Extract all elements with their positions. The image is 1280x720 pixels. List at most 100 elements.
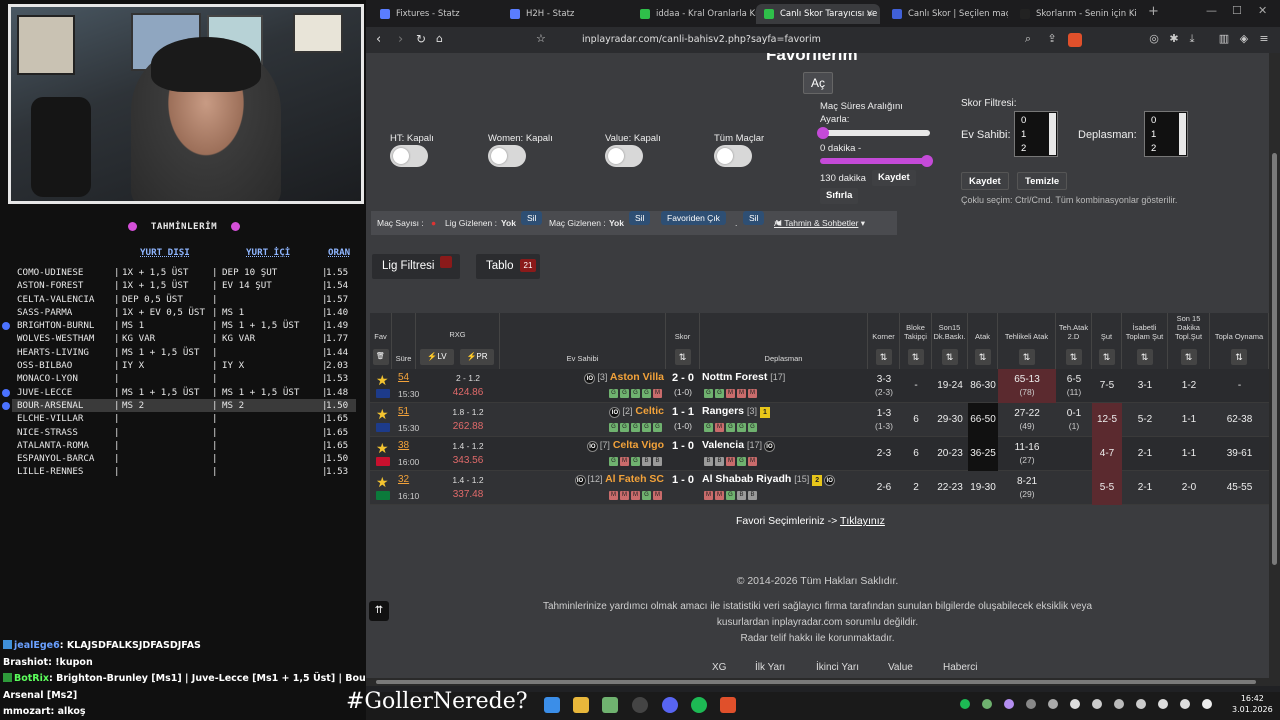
home-team[interactable]: IO [3] Aston Villa — [500, 371, 664, 384]
brave-shield-icon[interactable] — [1068, 33, 1082, 47]
trash-icon[interactable]: 🗑 — [372, 349, 389, 365]
system-clock[interactable]: 16:42 3.01.2026 — [1232, 693, 1273, 715]
remove-favorite-button[interactable]: Favoriden Çık — [661, 211, 726, 225]
zoom-icon[interactable]: ⌕ — [1022, 33, 1034, 45]
sort-icon[interactable]: ⇅ — [941, 349, 958, 365]
browser-tab[interactable]: H2H - Statz — [502, 4, 626, 24]
tray-icon[interactable] — [1048, 699, 1058, 709]
close-window-button[interactable]: ✕ — [1258, 4, 1267, 17]
close-tab-icon[interactable]: × — [866, 4, 874, 24]
save-duration-button[interactable]: Kaydet — [872, 170, 916, 186]
match-minute[interactable]: 32 — [398, 474, 409, 485]
star-icon[interactable]: ★ — [376, 373, 390, 387]
vertical-scrollbar[interactable] — [1269, 53, 1280, 686]
scroll-thumb[interactable] — [1272, 153, 1277, 565]
value-toggle[interactable] — [605, 145, 643, 167]
download-icon[interactable]: ⤓ — [1186, 33, 1198, 45]
browser-tab[interactable]: iddaa - Kral Oranlarla Kralı — [632, 4, 756, 24]
horizontal-scrollbar[interactable] — [366, 678, 1269, 686]
browser-tab[interactable]: Canlı Skor | Seçilen maçlar — [884, 4, 1008, 24]
sort-icon[interactable]: ⇅ — [974, 349, 991, 365]
clear-button[interactable]: Temizle — [1017, 172, 1068, 190]
away-score-select[interactable]: 012 — [1144, 111, 1188, 157]
browser-tab[interactable]: Canlı Skor Tarayıcısı ve × — [756, 4, 880, 24]
clear-match-hidden[interactable]: Sil — [629, 211, 651, 225]
sort-icon[interactable]: ⇅ — [1018, 349, 1035, 365]
match-minute[interactable]: 51 — [398, 406, 409, 417]
footer-link-value[interactable]: Value — [888, 662, 913, 673]
vpn-icon[interactable]: ◎ — [1148, 33, 1160, 45]
league-filter-button[interactable]: Lig Filtresi — [372, 254, 460, 279]
match-minute[interactable]: 54 — [398, 372, 409, 383]
tray-icon[interactable] — [982, 699, 992, 709]
maximize-button[interactable]: ☐ — [1232, 4, 1242, 17]
wifi-icon[interactable] — [1158, 699, 1168, 709]
wallet-icon[interactable]: ◈ — [1238, 33, 1250, 45]
match-minute[interactable]: 38 — [398, 440, 409, 451]
ai-dropdown[interactable]: ☚ AI Tahmin & Sohbetler ▾ — [774, 211, 865, 235]
ht-toggle[interactable] — [390, 145, 428, 167]
tray-icon[interactable] — [1114, 699, 1124, 709]
home-score-select[interactable]: 012 — [1014, 111, 1058, 157]
menu-icon[interactable]: ≡ — [1258, 33, 1270, 45]
duration-max-slider[interactable] — [820, 155, 933, 167]
footer-link-ilk-yari[interactable]: İlk Yarı — [755, 662, 785, 673]
tray-icon[interactable] — [1004, 699, 1014, 709]
away-team[interactable]: Nottm Forest [17] — [702, 371, 785, 383]
bookmark-icon[interactable]: ☆ — [536, 32, 546, 45]
home-icon[interactable]: ⌂ — [436, 32, 443, 45]
share-icon[interactable]: ⇪ — [1046, 33, 1058, 45]
notepad-icon[interactable] — [602, 697, 618, 713]
brave-icon[interactable] — [720, 697, 736, 713]
sort-icon[interactable]: ⇅ — [674, 349, 691, 365]
footer-link-xg[interactable]: XG — [712, 662, 726, 673]
spotify-icon[interactable] — [691, 697, 707, 713]
sort-icon[interactable]: ⇅ — [1180, 349, 1197, 365]
sort-icon[interactable]: ⇅ — [1231, 349, 1247, 365]
away-team[interactable]: Rangers [3] 1 — [702, 405, 770, 418]
click-here-link[interactable]: Tıklayınız — [840, 515, 885, 527]
tray-icon[interactable] — [1026, 699, 1036, 709]
battery-icon[interactable] — [1202, 699, 1212, 709]
all-matches-toggle[interactable] — [714, 145, 752, 167]
scroll-thumb[interactable] — [376, 680, 1256, 684]
browser-tab[interactable]: Fixtures - Statz — [372, 4, 496, 24]
obs-icon[interactable] — [632, 697, 648, 713]
open-button[interactable]: Aç — [803, 72, 833, 94]
footer-link-haberci[interactable]: Haberci — [943, 662, 977, 673]
sort-icon[interactable]: ⇅ — [875, 349, 892, 365]
spotify-tray-icon[interactable] — [960, 699, 970, 709]
table-button[interactable]: Tablo 21 — [476, 254, 540, 279]
save-score-button[interactable]: Kaydet — [961, 172, 1009, 190]
url-field[interactable]: inplayradar.com/canli-bahisv2.php?sayfa=… — [552, 31, 1082, 49]
home-team[interactable]: IO [12] Al Fateh SC — [500, 473, 664, 486]
footer-link-ikinci-yari[interactable]: İkinci Yarı — [816, 662, 859, 673]
scroll-top-button[interactable]: ⇈ — [369, 601, 389, 621]
volume-icon[interactable] — [1180, 699, 1190, 709]
sort-icon[interactable]: ⇅ — [1065, 349, 1082, 365]
back-icon[interactable]: ‹ — [376, 32, 381, 47]
extensions-icon[interactable]: ✱ — [1168, 33, 1180, 45]
star-icon[interactable]: ★ — [376, 475, 390, 489]
star-icon[interactable]: ★ — [376, 441, 390, 455]
minimize-button[interactable]: — — [1206, 4, 1217, 17]
reset-button[interactable]: Sıfırla — [820, 188, 859, 204]
home-team[interactable]: IO [2] Celtic — [500, 405, 664, 418]
lv-sort-button[interactable]: ⚡LV — [420, 349, 454, 365]
reload-icon[interactable]: ↻ — [416, 32, 426, 46]
women-toggle[interactable] — [488, 145, 526, 167]
discord-icon[interactable] — [662, 697, 678, 713]
tray-icon[interactable] — [1070, 699, 1080, 709]
clear-button-3[interactable]: Sil — [743, 211, 765, 225]
windows-start-icon[interactable] — [544, 697, 560, 713]
tray-icon[interactable] — [1136, 699, 1146, 709]
listbox-scrollbar[interactable] — [1179, 113, 1186, 155]
pr-sort-button[interactable]: ⚡PR — [460, 349, 494, 365]
sort-icon[interactable]: ⇅ — [1136, 349, 1153, 365]
away-team[interactable]: Al Shabab Riyadh [15] 2 IO — [702, 473, 837, 486]
duration-min-slider[interactable] — [817, 127, 930, 139]
new-tab-button[interactable]: + — [1148, 4, 1159, 19]
listbox-scrollbar[interactable] — [1049, 113, 1056, 155]
star-icon[interactable]: ★ — [376, 407, 390, 421]
sort-icon[interactable]: ⇅ — [1098, 349, 1115, 365]
